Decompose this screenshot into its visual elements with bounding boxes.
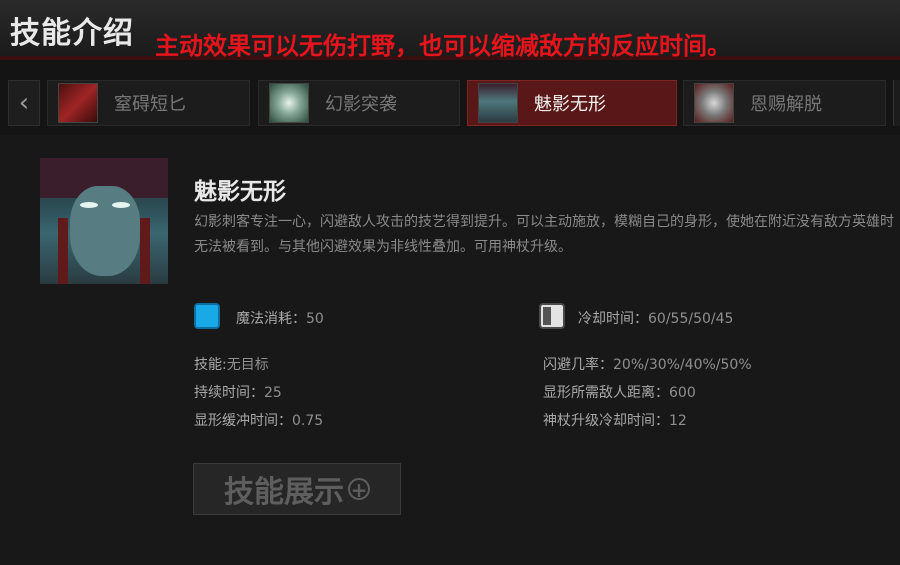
mana-cost: 魔法消耗：50: [236, 308, 324, 328]
tab-label: 窒碍短匕: [114, 94, 186, 115]
tab-skill-1[interactable]: 窒碍短匕: [47, 80, 250, 126]
stat-duration: 持续时间：25: [194, 382, 282, 402]
cooldown-value: 60/55/50/45: [648, 311, 734, 327]
stat-key: 持续时间：: [194, 385, 264, 401]
stat-value: 无目标: [226, 357, 269, 373]
tab-skill-2[interactable]: 幻影突袭: [258, 80, 460, 126]
stat-value: 12: [669, 413, 687, 429]
plus-circle-icon: +: [348, 478, 370, 501]
skill-tab-bar: ‹ 窒碍短匕 幻影突袭 魅影无形 恩赐解脱: [0, 78, 900, 130]
page-title: 技能介绍: [10, 16, 134, 51]
dagger-icon: [58, 83, 98, 123]
showcase-label: 技能展示: [224, 475, 344, 510]
tab-label: 幻影突袭: [325, 94, 397, 115]
mana-value: 50: [306, 311, 324, 327]
header: 技能介绍 主动效果可以无伤打野，也可以缩减敌方的反应时间。: [0, 0, 900, 60]
mana-icon: [194, 303, 220, 329]
cooldown-icon: [539, 303, 565, 329]
stat-value: 25: [264, 385, 282, 401]
stat-scepter-cooldown: 神杖升级冷却时间：12: [543, 410, 687, 430]
cooldown: 冷却时间：60/55/50/45: [578, 308, 733, 328]
stat-value: 600: [669, 385, 696, 401]
tab-label: 恩赐解脱: [750, 94, 822, 115]
tab-overflow-edge[interactable]: [893, 80, 900, 126]
phantom-strike-icon: [269, 83, 309, 123]
skill-name: 魅影无形: [194, 179, 286, 205]
stat-ability: 技能:无目标: [194, 354, 269, 374]
stat-reveal-radius: 显形所需敌人距离：600: [543, 382, 696, 402]
mana-label: 魔法消耗：: [236, 311, 306, 327]
skill-showcase-button[interactable]: 技能展示 +: [193, 463, 401, 515]
stat-value: 20%/30%/40%/50%: [613, 357, 752, 373]
stat-key: 显形缓冲时间：: [194, 413, 292, 429]
cooldown-label: 冷却时间：: [578, 311, 648, 327]
skill-description: 幻影刺客专注一心，闪避敌人攻击的技艺得到提升。可以主动施放，模糊自己的身形，使她…: [194, 214, 894, 255]
stat-key: 神杖升级冷却时间：: [543, 413, 669, 429]
tab-skill-3[interactable]: 魅影无形: [467, 80, 677, 126]
stat-value: 0.75: [292, 413, 324, 429]
chevron-left-icon[interactable]: ‹: [8, 80, 40, 126]
blur-icon: [478, 83, 518, 123]
caption-text: 主动效果可以无伤打野，也可以缩减敌方的反应时间。: [155, 32, 731, 60]
tab-label: 魅影无形: [534, 94, 606, 115]
stat-fade-time: 显形缓冲时间：0.75: [194, 410, 323, 430]
tab-skill-4[interactable]: 恩赐解脱: [683, 80, 886, 126]
stat-key: 技能:: [194, 357, 227, 373]
stat-key: 显形所需敌人距离：: [543, 385, 669, 401]
stat-key: 闪避几率：: [543, 357, 613, 373]
skill-portrait: [40, 158, 168, 284]
coup-de-grace-icon: [694, 83, 734, 123]
stat-evasion: 闪避几率：20%/30%/40%/50%: [543, 354, 752, 374]
